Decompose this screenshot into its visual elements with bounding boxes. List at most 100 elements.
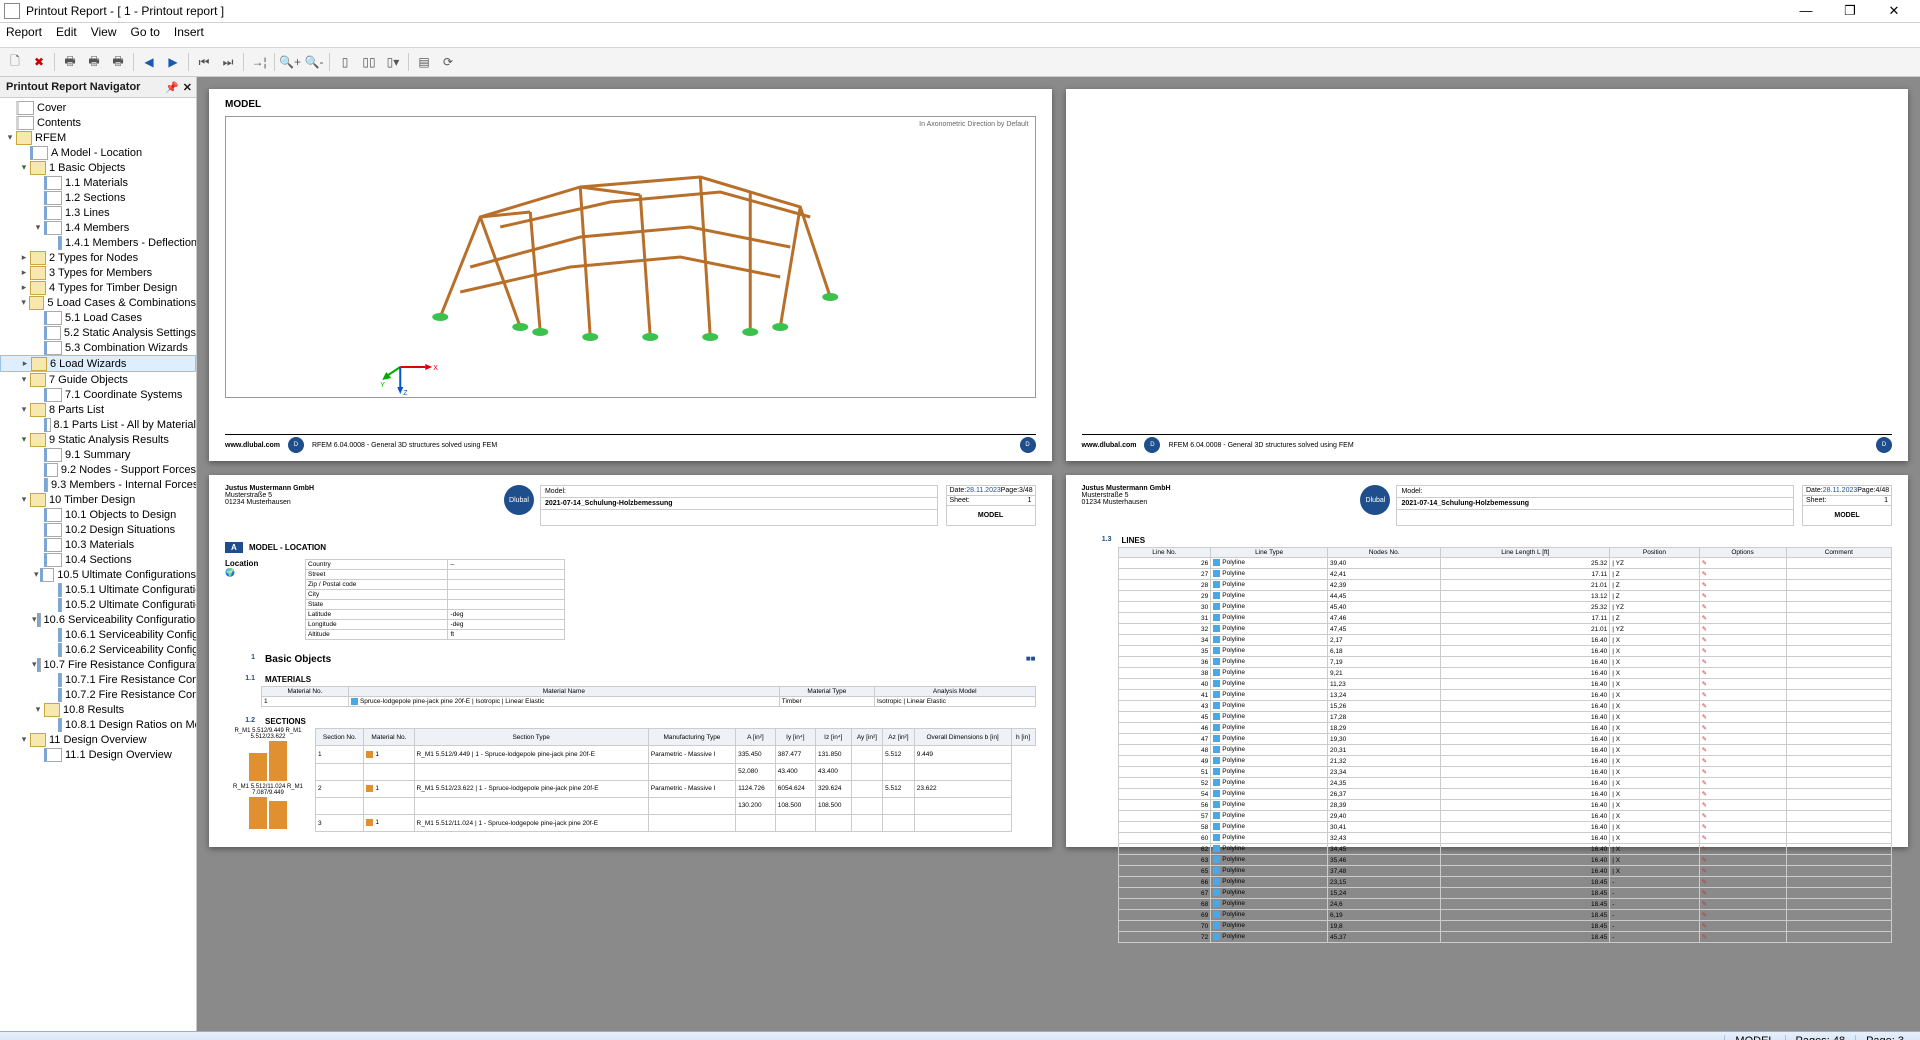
globe-icon: 🌍 [225,568,235,577]
tree-item[interactable]: ▸3 Types for Members [0,265,196,280]
delete-icon[interactable]: ✖ [28,51,50,73]
tree-item[interactable]: 7.1 Coordinate Systems [0,387,196,402]
tree-item[interactable]: 5.3 Combination Wizards [0,340,196,355]
tree-item[interactable]: ▾1.4 Members [0,220,196,235]
tree-item[interactable]: 10.7.1 Fire Resistance Confi... [0,672,196,687]
preview-canvas[interactable]: MODEL In Axonometric Direction by Defaul… [197,77,1920,1031]
new-icon[interactable]: 🗋 [4,51,26,73]
page-title: MODEL [225,99,1036,110]
refresh-icon[interactable]: ⟳ [437,51,459,73]
dlubal-logo-icon: D [1876,437,1892,453]
menu-insert[interactable]: Insert [174,25,204,45]
tree-item[interactable]: ▾10.6 Serviceability Configurations [0,612,196,627]
tree-item[interactable]: 10.7.2 Fire Resistance Confi... [0,687,196,702]
tree-item[interactable]: ▾7 Guide Objects [0,372,196,387]
tree-item-rfem[interactable]: ▾RFEM [0,130,196,145]
tree-item[interactable]: 9.2 Nodes - Support Forces [0,462,196,477]
tree-item[interactable]: 1.3 Lines [0,205,196,220]
tree-item[interactable]: 5.1 Load Cases [0,310,196,325]
tree-item[interactable]: 10.8.1 Design Ratios on Mem... [0,717,196,732]
last-icon[interactable]: ⏭ [217,51,239,73]
tree-item[interactable]: 10.5.1 Ultimate Configuratio... [0,582,196,597]
print-preview-icon[interactable]: 🖶 [83,51,105,73]
menu-view[interactable]: View [91,25,117,45]
titlebar: Printout Report - [ 1 - Printout report … [0,0,1920,23]
tree-item[interactable]: 10.1 Objects to Design [0,507,196,522]
menu-goto[interactable]: Go to [131,25,160,45]
export-icon[interactable]: 🖶 [107,51,129,73]
tree-item[interactable]: 10.6.2 Serviceability Configu... [0,642,196,657]
tree-item[interactable]: 10.6.1 Serviceability Configu... [0,627,196,642]
page-footer: www.dlubal.com D RFEM 6.04.0008 - Genera… [225,434,1036,453]
page-3: Justus Mustermann GmbH Musterstraße 5 01… [209,475,1052,847]
materials-table: Material No.Material NameMaterial TypeAn… [261,686,1036,707]
zoom-in-icon[interactable]: 🔍+ [279,51,301,73]
tree-item[interactable]: ▸4 Types for Timber Design [0,280,196,295]
tree-item-cover[interactable]: Cover [0,100,196,115]
tree-item[interactable]: 5.2 Static Analysis Settings [0,325,196,340]
two-page-icon[interactable]: ▯▯ [358,51,380,73]
sections-table: Section No.Material No.Section TypeManuf… [315,728,1036,832]
tree-item[interactable]: 10.3 Materials [0,537,196,552]
tree-item[interactable]: ▾10.8 Results [0,702,196,717]
page-4: Justus Mustermann GmbH Musterstraße 5 01… [1066,475,1909,847]
pin-icon[interactable]: 📌 [165,81,179,94]
first-icon[interactable]: ⏮ [193,51,215,73]
dlubal-logo-icon: Dlubal [504,485,534,515]
tree-item[interactable]: 1.2 Sections [0,190,196,205]
navigator-tree[interactable]: Cover Contents ▾RFEM A Model - Location … [0,98,196,1031]
tree-item[interactable]: A Model - Location [0,145,196,160]
tree-item-selected[interactable]: ▸6 Load Wizards [0,355,196,372]
tree-item[interactable]: ▾10.5 Ultimate Configurations [0,567,196,582]
tree-item[interactable]: 1.4.1 Members - Deflection C... [0,235,196,250]
print-icon[interactable]: 🖶 [59,51,81,73]
dlubal-logo-icon: D [1020,437,1036,453]
status-pages: Pages: 48 [1785,1035,1856,1040]
menu-report[interactable]: Report [6,25,42,45]
next-icon[interactable]: ▶ [162,51,184,73]
tree-item[interactable]: ▾8 Parts List [0,402,196,417]
settings-icon[interactable]: ▤ [413,51,435,73]
statusbar: MODEL Pages: 48 Page: 3 [0,1031,1920,1040]
navigator-title: Printout Report Navigator [6,81,140,93]
tree-item[interactable]: 1.1 Materials [0,175,196,190]
single-page-icon[interactable]: ▯ [334,51,356,73]
page-1: MODEL In Axonometric Direction by Defaul… [209,89,1052,461]
tree-item[interactable]: ▾10.7 Fire Resistance Configurations [0,657,196,672]
location-table: Country–StreetZip / Postal codeCityState… [305,559,565,640]
tree-item[interactable]: ▸2 Types for Nodes [0,250,196,265]
tree-item[interactable]: 8.1 Parts List - All by Material [0,417,196,432]
tree-item[interactable]: ▾5 Load Cases & Combinations [0,295,196,310]
menu-edit[interactable]: Edit [56,25,77,45]
tree-item[interactable]: ▾9 Static Analysis Results [0,432,196,447]
tree-item[interactable]: 9.3 Members - Internal Forces by... [0,477,196,492]
minimize-button[interactable]: — [1784,0,1828,22]
tree-item[interactable]: 10.5.2 Ultimate Configuratio... [0,597,196,612]
tree-item[interactable]: ▾11 Design Overview [0,732,196,747]
dlubal-logo-icon: Dlubal [1360,485,1390,515]
model-illustration: X Y Z [226,117,1035,397]
tree-item[interactable]: 10.4 Sections [0,552,196,567]
tree-item[interactable]: ▾1 Basic Objects [0,160,196,175]
close-button[interactable]: ✕ [1872,0,1916,22]
svg-text:X: X [433,365,438,372]
lines-table: Line No.Line TypeNodes No.Line Length L … [1118,547,1893,943]
tree-item[interactable]: ▾10 Timber Design [0,492,196,507]
tree-item-contents[interactable]: Contents [0,115,196,130]
svg-text:Z: Z [403,390,408,397]
dlubal-logo-icon: D [1144,437,1160,453]
goto-page-icon[interactable]: →¦ [248,51,270,73]
dlubal-logo-icon: D [288,437,304,453]
toolbar: 🗋 ✖ 🖶 🖶 🖶 ◀ ▶ ⏮ ⏭ →¦ 🔍+ 🔍- ▯ ▯▯ ▯▾ ▤ ⟳ [0,48,1920,77]
maximize-button[interactable]: ❐ [1828,0,1872,22]
menubar: Report Edit View Go to Insert [0,23,1920,48]
page-footer: www.dlubal.com D RFEM 6.04.0008 - Genera… [1082,434,1893,453]
prev-icon[interactable]: ◀ [138,51,160,73]
tree-item[interactable]: 11.1 Design Overview [0,747,196,762]
multi-page-icon[interactable]: ▯▾ [382,51,404,73]
close-panel-icon[interactable]: ✕ [183,81,192,94]
zoom-out-icon[interactable]: 🔍- [303,51,325,73]
tree-item[interactable]: 10.2 Design Situations [0,522,196,537]
status-page: Page: 3 [1855,1035,1914,1040]
tree-item[interactable]: 9.1 Summary [0,447,196,462]
